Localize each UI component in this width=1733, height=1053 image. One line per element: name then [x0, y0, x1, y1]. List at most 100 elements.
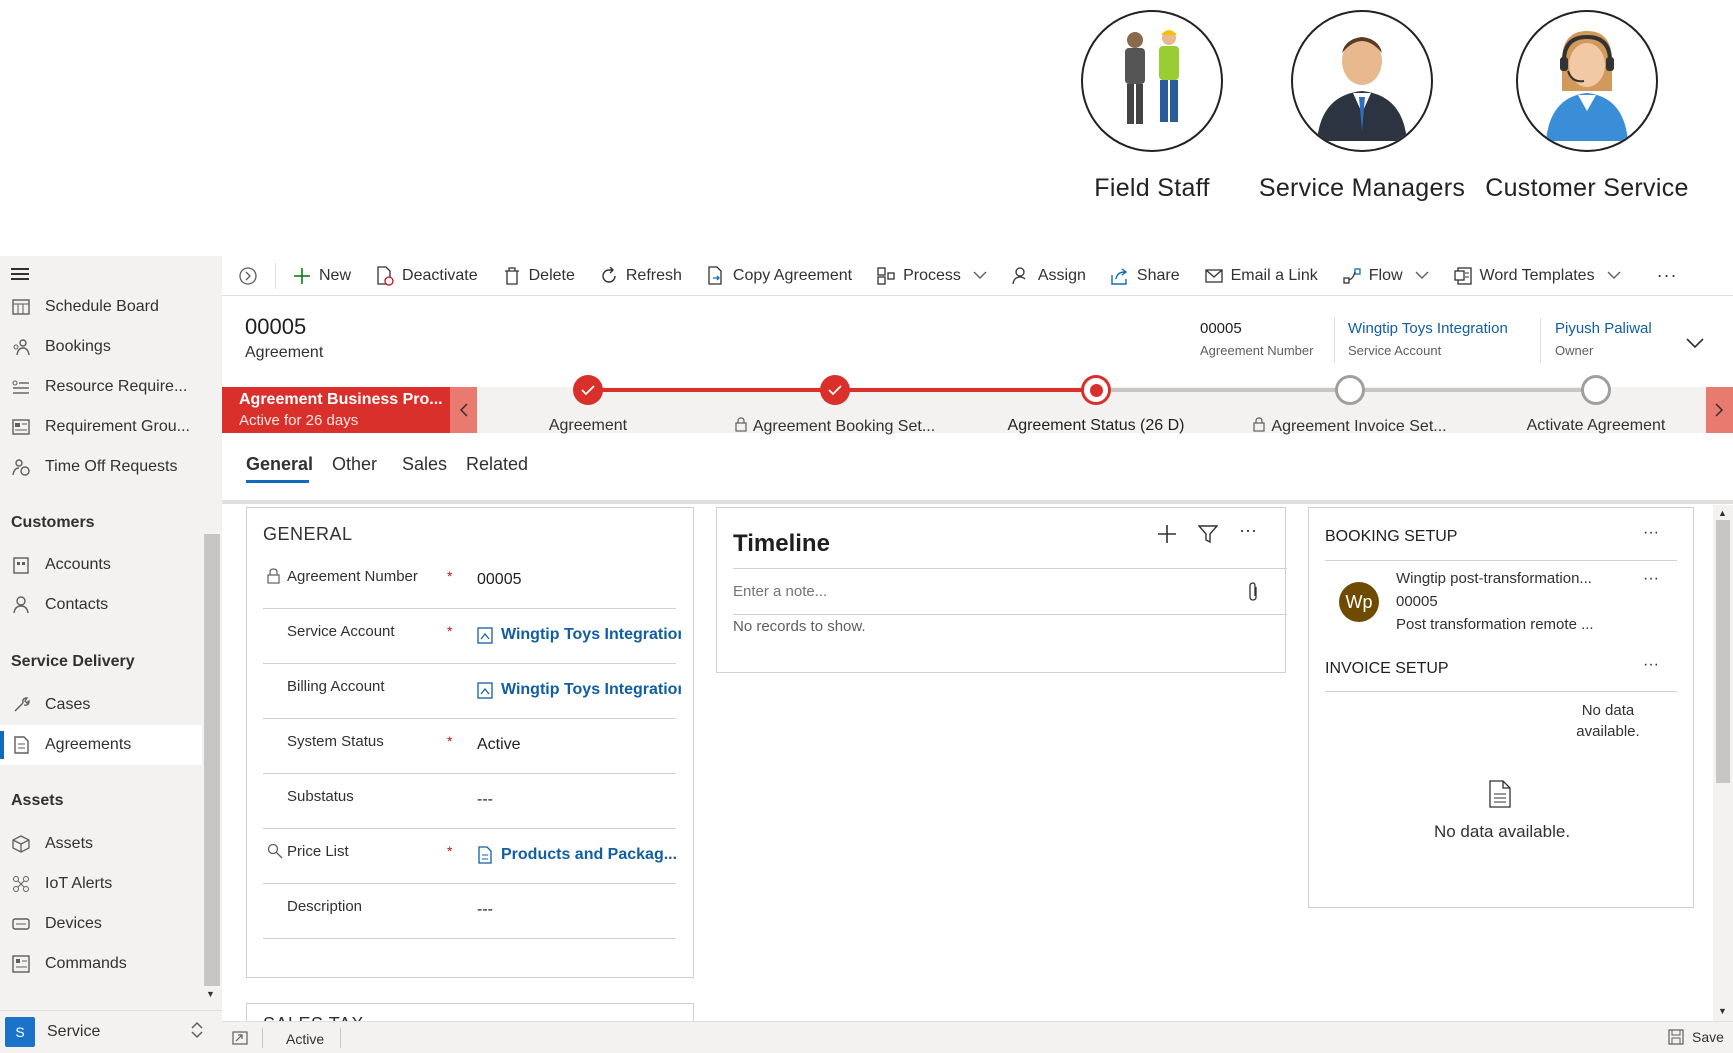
- area-switcher[interactable]: S Service: [0, 1010, 222, 1053]
- deactivate-button[interactable]: Deactivate: [363, 256, 490, 296]
- header-field-label: Agreement Number: [1200, 343, 1314, 358]
- bpf-previous-button[interactable]: [450, 387, 477, 433]
- stage-label: Agreement Status (26 D): [1007, 417, 1185, 434]
- sidebar-item-time-off-requests[interactable]: Time Off Requests: [0, 447, 202, 487]
- open-in-new-window-icon[interactable]: [232, 1031, 248, 1048]
- header-field-owner[interactable]: Piyush Paliwal Owner: [1555, 320, 1652, 358]
- booking-more-button[interactable]: ···: [1643, 524, 1659, 542]
- hamburger-menu-icon[interactable]: [11, 266, 31, 282]
- lookup-link[interactable]: Wingtip Toys Integration: [501, 626, 681, 644]
- sidebar-item-cases[interactable]: Cases: [0, 685, 202, 725]
- sidebar-item-commands[interactable]: Commands: [0, 944, 202, 984]
- stage-pending-icon: [1581, 375, 1611, 405]
- assign-button[interactable]: Assign: [999, 256, 1098, 296]
- required-indicator: *: [447, 733, 453, 749]
- bpf-active-duration: Active for 26 days: [239, 412, 359, 429]
- sidebar-item-label: Devices: [45, 915, 102, 932]
- bpf-stage-invoice-setup[interactable]: Agreement Invoice Set...: [1240, 375, 1460, 436]
- header-field-agreement-number: 00005 Agreement Number: [1200, 320, 1313, 358]
- bpf-stage-agreement-status[interactable]: Agreement Status (26 D): [996, 375, 1196, 435]
- trash-icon: [502, 266, 522, 286]
- header-expand-chevron-icon[interactable]: [1686, 336, 1704, 354]
- bpf-stage-activate-agreement[interactable]: Activate Agreement: [1508, 375, 1684, 435]
- sidebar-item-contacts[interactable]: Contacts: [0, 585, 202, 625]
- general-section: GENERAL Agreement Number * 00005 Service…: [246, 507, 694, 978]
- booking-list-item[interactable]: Wp Wingtip post-transformation... 00005 …: [1325, 570, 1677, 640]
- copy-agreement-label: Copy Agreement: [732, 266, 853, 284]
- new-label: New: [319, 266, 352, 284]
- sidebar-item-iot-alerts[interactable]: IoT Alerts: [0, 864, 202, 904]
- tab-other[interactable]: Other: [332, 454, 377, 475]
- field-service-account[interactable]: Service Account * Wingtip Toys Integrati…: [263, 609, 681, 664]
- field-label: Billing Account: [287, 678, 385, 695]
- sidebar-item-requirement-groups[interactable]: Requirement Grou...: [0, 407, 202, 447]
- go-back-button[interactable]: [222, 256, 271, 296]
- scroll-up-arrow-icon[interactable]: ▲: [1718, 508, 1727, 518]
- field-billing-account[interactable]: Billing Account Wingtip Toys Integration: [263, 664, 681, 719]
- field-value[interactable]: Active: [477, 736, 677, 754]
- process-button[interactable]: Process: [864, 256, 999, 296]
- more-commands-button[interactable]: ···: [1633, 256, 1690, 296]
- tab-related[interactable]: Related: [466, 454, 528, 475]
- required-indicator: *: [447, 843, 453, 859]
- main-scrollbar-thumb[interactable]: [1716, 520, 1730, 783]
- delete-button[interactable]: Delete: [490, 256, 587, 296]
- field-value[interactable]: ---: [477, 791, 677, 809]
- tab-sales[interactable]: Sales: [402, 454, 447, 475]
- refresh-label: Refresh: [625, 266, 682, 284]
- lock-icon: [735, 417, 747, 432]
- field-value[interactable]: ---: [477, 901, 677, 919]
- copy-agreement-button[interactable]: Copy Agreement: [694, 256, 864, 296]
- bpf-stage-agreement[interactable]: Agreement: [528, 375, 648, 435]
- invoice-more-button[interactable]: ···: [1643, 656, 1659, 674]
- filter-icon[interactable]: [1197, 524, 1219, 549]
- divider: [1325, 560, 1677, 561]
- header-field-value: 00005: [1200, 320, 1242, 337]
- deactivate-document-icon: [375, 265, 395, 286]
- field-price-list[interactable]: Price List * Products and Packag...: [263, 829, 677, 884]
- share-button[interactable]: Share: [1098, 256, 1192, 296]
- field-substatus[interactable]: Substatus ---: [263, 774, 676, 829]
- sidebar-item-assets[interactable]: Assets: [0, 824, 202, 864]
- sidebar-item-devices[interactable]: Devices: [0, 904, 202, 944]
- header-field-service-account[interactable]: Wingtip Toys Integration Service Account: [1348, 320, 1508, 358]
- sidebar-scrollbar-thumb[interactable]: [204, 534, 220, 986]
- header-field-link[interactable]: Piyush Paliwal: [1555, 320, 1652, 337]
- header-field-link[interactable]: Wingtip Toys Integration: [1348, 320, 1508, 337]
- booking-item-title: Wingtip post-transformation...: [1396, 570, 1592, 587]
- lookup-link[interactable]: Wingtip Toys Integration: [501, 681, 681, 699]
- scroll-down-arrow-icon[interactable]: ▼: [206, 989, 215, 999]
- chevron-left-icon: [459, 403, 468, 417]
- stage-complete-check-icon: [820, 375, 850, 405]
- sidebar-item-accounts[interactable]: Accounts: [0, 545, 202, 585]
- timeline-more-button[interactable]: ···: [1239, 520, 1257, 541]
- paperclip-icon[interactable]: [1247, 582, 1259, 607]
- bpf-stage-booking-setup[interactable]: Agreement Booking Set...: [710, 375, 960, 436]
- flow-button[interactable]: Flow: [1330, 256, 1441, 296]
- lookup-link[interactable]: Products and Packag...: [501, 846, 681, 864]
- new-button[interactable]: New: [280, 256, 363, 296]
- sidebar-item-bookings[interactable]: Bookings: [0, 327, 202, 367]
- save-button[interactable]: Save: [1668, 1029, 1724, 1045]
- back-circle-icon: [238, 266, 258, 286]
- sidebar-item-schedule-board[interactable]: Schedule Board: [0, 287, 202, 327]
- field-system-status[interactable]: System Status * Active: [263, 719, 676, 774]
- field-description[interactable]: Description ---: [263, 884, 676, 939]
- scroll-down-arrow-icon[interactable]: ▼: [1718, 1006, 1727, 1016]
- bpf-active-process[interactable]: Agreement Business Pro... Active for 26 …: [222, 387, 450, 433]
- person-icon: [10, 594, 32, 616]
- tab-general[interactable]: General: [246, 454, 313, 475]
- add-timeline-plus-icon[interactable]: [1157, 524, 1177, 549]
- timeline-note-input[interactable]: [733, 576, 1253, 606]
- save-disk-icon: [1668, 1029, 1684, 1045]
- refresh-button[interactable]: Refresh: [587, 256, 694, 296]
- word-templates-button[interactable]: Word Templates: [1441, 256, 1633, 296]
- sidebar-item-agreements[interactable]: Agreements: [0, 725, 202, 765]
- stage-pending-icon: [1335, 375, 1365, 405]
- list-icon: [10, 376, 32, 398]
- email-link-button[interactable]: Email a Link: [1192, 256, 1330, 296]
- sidebar-item-resource-requirements[interactable]: Resource Require...: [0, 367, 202, 407]
- bpf-next-button[interactable]: [1706, 387, 1733, 433]
- booking-item-more-button[interactable]: ···: [1643, 570, 1659, 588]
- delete-label: Delete: [528, 266, 575, 284]
